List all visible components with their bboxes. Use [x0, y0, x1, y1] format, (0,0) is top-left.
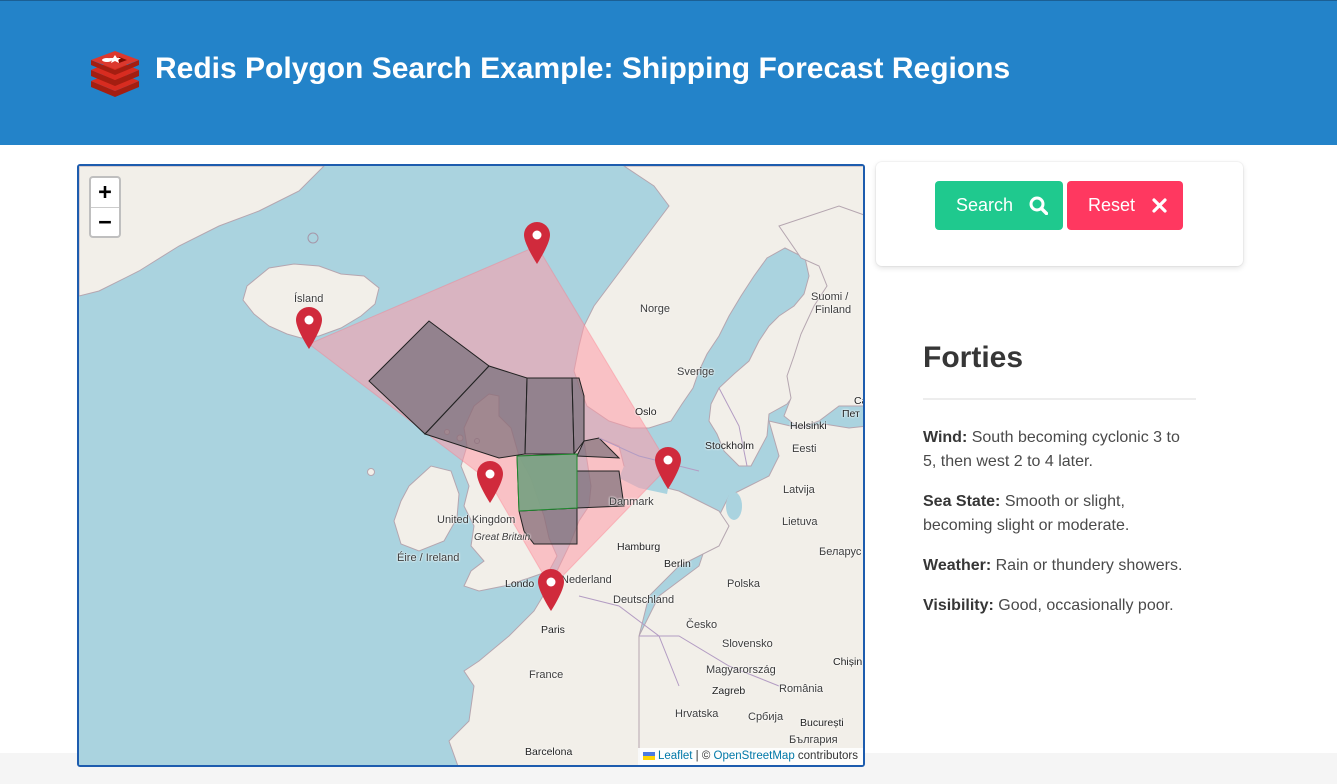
map-label-oslo: Oslo [635, 406, 657, 418]
map-label-zagreb: Zagreb [712, 685, 746, 697]
weather-label: Weather: [923, 557, 992, 574]
map-marker-icon[interactable] [477, 461, 503, 503]
map-marker-icon[interactable] [524, 222, 550, 264]
map-label-magyar: Magyarország [706, 664, 776, 676]
map-label-hamburg: Hamburg [617, 541, 661, 553]
map-label-bulgaria: България [789, 734, 838, 746]
visibility-forecast: Visibility: Good, occasionally poor. [923, 594, 1196, 618]
map-label-cesko: Česko [686, 619, 718, 631]
map-label-barcelona: Barcelona [525, 746, 573, 758]
map-label-great-britain: Great Britain [474, 532, 531, 543]
zoom-in-button[interactable]: + [91, 178, 119, 208]
map-label-finland: Finland [815, 304, 852, 316]
map-label-deutschland: Deutschland [613, 594, 675, 606]
map-label-helsinki: Helsinki [790, 420, 827, 432]
map-label-srbija: Србија [748, 711, 784, 723]
sea-state-forecast: Sea State: Smooth or slight, becoming sl… [923, 490, 1196, 538]
leaflet-link[interactable]: Leaflet [658, 750, 693, 762]
map-label-danmark: Danmark [609, 496, 654, 508]
osm-link[interactable]: OpenStreetMap [714, 750, 795, 762]
map-label-romania: România [779, 683, 824, 695]
page-title: Redis Polygon Search Example: Shipping F… [155, 52, 1011, 85]
forecast-panel: Forties Wind: South becoming cyclonic 3 … [923, 336, 1196, 614]
map-label-ireland: Éire / Ireland [397, 552, 460, 564]
zoom-out-button[interactable]: − [91, 208, 119, 236]
search-icon [1029, 196, 1048, 215]
map-label-chisin: Chișin [833, 656, 863, 668]
map-attribution: Leaflet | © OpenStreetMap contributors [637, 748, 863, 765]
visibility-label: Visibility: [923, 597, 994, 614]
close-icon [1152, 198, 1167, 213]
attribution-separator: | © [692, 750, 714, 762]
map-label-bucuresti: București [800, 717, 844, 729]
map-label-sverige: Sverige [677, 366, 715, 378]
map-label-polska: Polska [727, 578, 761, 590]
map-label-lietuva: Lietuva [782, 516, 818, 528]
search-button[interactable]: Search [935, 181, 1063, 230]
map-marker-icon[interactable] [655, 447, 681, 489]
map[interactable]: Ísland Norge Suomi / Finland Sverige Osl… [77, 164, 865, 767]
map-label-berlin: Berlin [664, 558, 691, 570]
map-label-hrvatska: Hrvatska [675, 708, 719, 720]
search-button-label: Search [956, 195, 1014, 215]
map-label-uk: United Kingdom [437, 514, 516, 526]
weather-value: Rain or thundery showers. [995, 557, 1183, 574]
map-label-nederland: Nederland [561, 574, 612, 586]
map-label-island: Ísland [294, 293, 324, 305]
ukraine-flag-icon [642, 751, 655, 760]
reset-button[interactable]: Reset [1067, 181, 1183, 230]
zoom-control: + − [89, 176, 121, 238]
visibility-value: Good, occasionally poor. [998, 597, 1174, 614]
map-marker-icon[interactable] [538, 569, 564, 611]
map-label-eesti: Eesti [792, 443, 817, 455]
map-label-london: Londo [505, 578, 535, 590]
map-marker-icon[interactable] [296, 307, 322, 349]
wind-label: Wind: [923, 429, 968, 446]
map-label-belarus: Беларус [819, 546, 862, 558]
weather-forecast: Weather: Rain or thundery showers. [923, 554, 1196, 578]
map-base [79, 166, 863, 765]
map-label-ca: Ca [854, 395, 863, 407]
map-label-suomi: Suomi / [811, 291, 849, 303]
wind-forecast: Wind: South becoming cyclonic 3 to 5, th… [923, 426, 1196, 474]
divider [923, 398, 1196, 400]
attribution-suffix: contributors [794, 750, 858, 762]
map-label-paris: Paris [541, 624, 565, 636]
page-header: Redis Polygon Search Example: Shipping F… [0, 0, 1337, 145]
map-label-latvija: Latvija [783, 484, 815, 496]
sea-state-label: Sea State: [923, 493, 1001, 510]
controls-panel: Search Reset [876, 162, 1243, 266]
region-title: Forties [923, 341, 1024, 374]
map-label-france: France [529, 669, 564, 681]
reset-button-label: Reset [1088, 195, 1136, 215]
map-label-norge: Norge [640, 303, 670, 315]
map-label-stockholm: Stockholm [705, 440, 755, 452]
map-label-pet: Пет [842, 408, 860, 420]
redis-logo-icon [91, 51, 139, 97]
map-label-slovensko: Slovensko [722, 638, 773, 650]
